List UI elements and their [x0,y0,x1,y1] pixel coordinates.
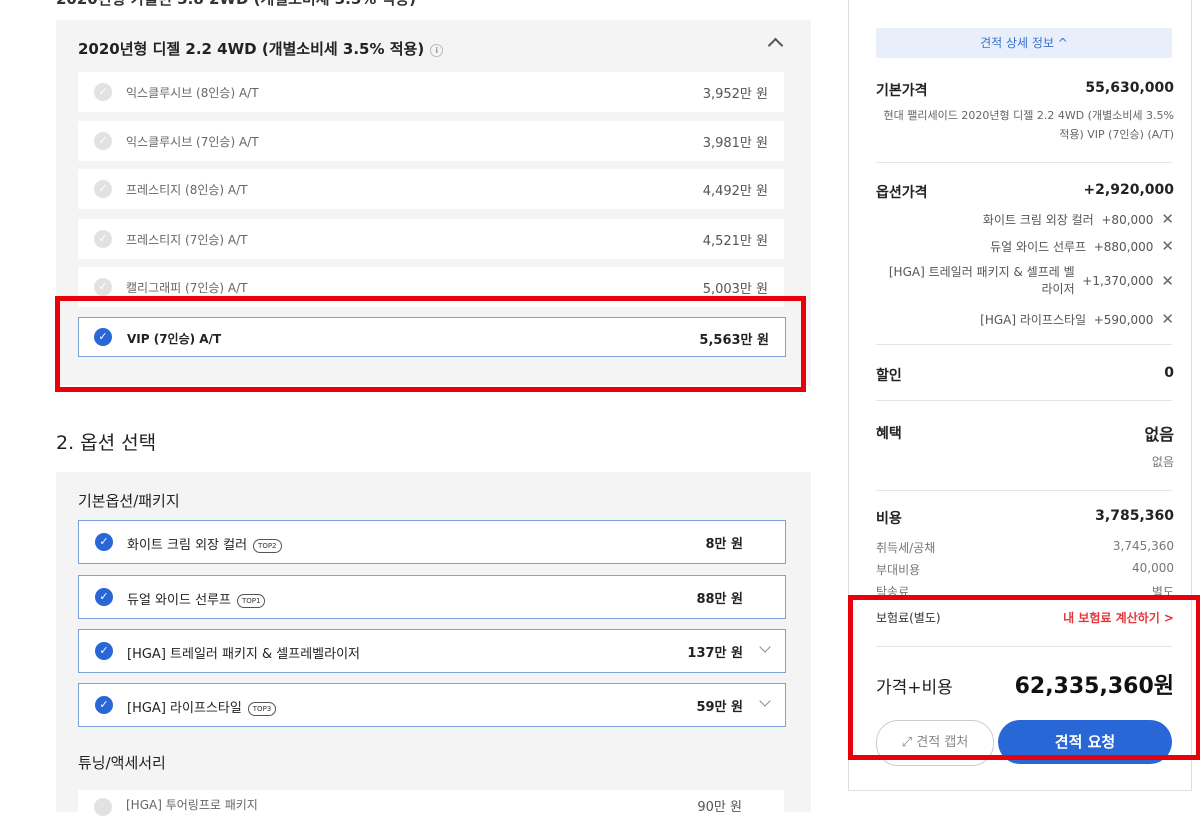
trim-row[interactable]: ✓ 프레스티지 (7인승) A/T 4,521만 원 [78,219,784,259]
trim-label: 캘리그래피 (7인승) A/T [126,281,248,295]
trim-option-panel: 2020년형 가솔린 3.8 2WD (개별소비세 3.5% 적용) 2020년… [56,0,812,830]
red-highlight-box [848,595,1200,760]
cost-label: 비용 [876,511,902,527]
trim-price: 4,492만 원 [702,184,768,199]
option-label: 듀얼 와이드 선루프 [127,593,231,608]
previous-trim-title: 2020년형 가솔린 3.8 2WD (개별소비세 3.5% 적용) [56,0,416,9]
chevron-down-icon[interactable] [759,641,771,653]
base-price-label: 기본가격 [876,83,928,99]
divider [876,162,1172,163]
trim-row[interactable]: ✓ 익스클루시브 (8인승) A/T 3,952만 원 [78,72,784,112]
top-badge: TOP1 [236,594,266,608]
trim-price: 3,952만 원 [702,87,768,102]
trim-label: 프레스티지 (7인승) A/T [126,233,248,247]
base-price-description: 현대 팰리세이드 2020년형 디젤 2.2 4WD (개별소비세 3.5% 적… [883,109,1174,141]
detail-toggle-button[interactable]: 견적 상세 정보 ^ [876,28,1172,58]
option-line-value: +880,000 [1093,240,1154,254]
close-icon[interactable]: ✕ [1161,310,1174,328]
option-line-label: 듀얼 와이드 선루프 [990,240,1087,254]
tuning-price: 90만 원 [697,800,742,815]
trim-price: 3,981만 원 [702,136,768,151]
tuning-label: [HGA] 투어링프로 패키지 [126,798,258,812]
divider [876,400,1172,401]
chevron-up-icon[interactable] [767,37,784,54]
trim-price: 5,003만 원 [702,282,768,297]
basic-option-group-title: 기본옵션/패키지 [78,492,180,510]
option-row[interactable]: ✓ [HGA] 라이프스타일 TOP3 59만 원 [78,683,786,727]
option-line: 듀얼 와이드 선루프 +880,000 ✕ [990,237,1174,255]
check-circle-icon[interactable]: ✓ [94,278,112,296]
info-icon[interactable]: i [430,44,444,57]
option-row[interactable]: ✓ 듀얼 와이드 선루프 TOP1 88만 원 [78,575,786,619]
top-badge: TOP3 [247,702,277,716]
option-label: [HGA] 라이프스타일 [127,701,242,716]
check-circle-icon[interactable]: ✓ [94,132,112,150]
option-line: [HGA] 트레일러 패키지 & 셀프레 벨라이저 +1,370,000 ✕ [884,264,1174,298]
red-highlight-box [55,296,806,392]
option-line-label: [HGA] 트레일러 패키지 & 셀프레 벨라이저 [888,265,1075,296]
check-circle-icon[interactable]: ✓ [94,83,112,101]
option-list-box: 기본옵션/패키지 ✓ 화이트 크림 외장 컬러 TOP2 8만 원 ✓ 듀얼 와이… [56,472,811,830]
option-price-label: 옵션가격 [876,185,928,201]
cost-line-value: 3,745,360 [1112,539,1174,553]
check-circle-icon[interactable]: ✓ [95,588,113,606]
option-line-value: +80,000 [1101,213,1154,227]
option-row[interactable]: ✓ [HGA] 트레일러 패키지 & 셀프레벨라이저 137만 원 [78,629,786,673]
option-line: [HGA] 라이프스타일 +590,000 ✕ [980,310,1174,328]
check-circle-icon[interactable]: ✓ [95,642,113,660]
option-line-label: [HGA] 라이프스타일 [980,313,1087,327]
option-row[interactable]: ✓ 화이트 크림 외장 컬러 TOP2 8만 원 [78,520,786,564]
close-icon[interactable]: ✕ [1161,272,1174,290]
discount-value: 0 [1164,365,1174,381]
check-circle-icon[interactable]: ✓ [94,180,112,198]
check-circle-icon[interactable]: ✓ [94,230,112,248]
cost-line-value: 40,000 [1132,561,1174,575]
trim-label: 익스클루시브 (7인승) A/T [126,135,259,149]
benefit-label: 혜택 [876,426,902,442]
option-label-wrap: [HGA] 라이프스타일 TOP3 [127,697,277,716]
option-price: 88만 원 [696,592,743,607]
discount-label: 할인 [876,368,902,384]
option-line-label: 화이트 크림 외장 컬러 [982,213,1094,227]
scroll-edge [0,0,8,800]
trim-label: 익스클루시브 (8인승) A/T [126,86,259,100]
check-circle-icon[interactable]: ✓ [95,533,113,551]
close-icon[interactable]: ✕ [1161,237,1174,255]
chevron-down-icon[interactable] [759,695,771,707]
option-price: 137만 원 [687,646,743,661]
check-circle-icon[interactable]: ✓ [95,696,113,714]
tuning-group-title: 튜닝/액세서리 [78,754,166,772]
cost-line: 취득세/공채 3,745,360 [876,539,1174,556]
base-price-value: 55,630,000 [1085,80,1174,96]
benefit-sub: 없음 [1151,455,1174,469]
trim-row[interactable]: ✓ 익스클루시브 (7인승) A/T 3,981만 원 [78,121,784,161]
trim-price: 4,521만 원 [702,234,768,249]
cost-line-label: 부대비용 [876,563,921,577]
option-price: 59만 원 [696,700,743,715]
close-icon[interactable]: ✕ [1161,210,1174,228]
cost-line-label: 취득세/공채 [876,541,936,555]
option-line-value: +590,000 [1093,313,1154,327]
tuning-row[interactable]: [HGA] 투어링프로 패키지 90만 원 [78,790,784,830]
option-label: [HGA] 트레일러 패키지 & 셀프레벨라이저 [127,647,360,662]
trim-group-title[interactable]: 2020년형 디젤 2.2 4WD (개별소비세 3.5% 적용) i [78,38,444,59]
trim-row[interactable]: ✓ 프레스티지 (8인승) A/T 4,492만 원 [78,169,784,209]
option-section-title: 2. 옵션 선택 [56,432,157,454]
top-badge: TOP2 [253,539,282,553]
option-label-wrap: 듀얼 와이드 선루프 TOP1 [127,589,266,608]
option-price: 8만 원 [705,537,744,552]
divider [876,344,1172,345]
trim-label: 프레스티지 (8인승) A/T [126,183,248,197]
trim-group-title-text: 2020년형 디젤 2.2 4WD (개별소비세 3.5% 적용) [78,40,425,58]
divider [876,490,1172,491]
check-circle-icon[interactable] [94,798,112,816]
benefit-value: 없음 [1144,425,1174,444]
option-line-value: +1,370,000 [1082,274,1154,288]
option-price-value: +2,920,000 [1083,182,1174,198]
cost-value: 3,785,360 [1095,508,1174,524]
cost-line: 부대비용 40,000 [876,561,1174,578]
option-label: 화이트 크림 외장 컬러 [127,538,248,553]
option-line: 화이트 크림 외장 컬러 +80,000 ✕ [983,210,1174,228]
option-label-wrap: 화이트 크림 외장 컬러 TOP2 [127,534,282,553]
